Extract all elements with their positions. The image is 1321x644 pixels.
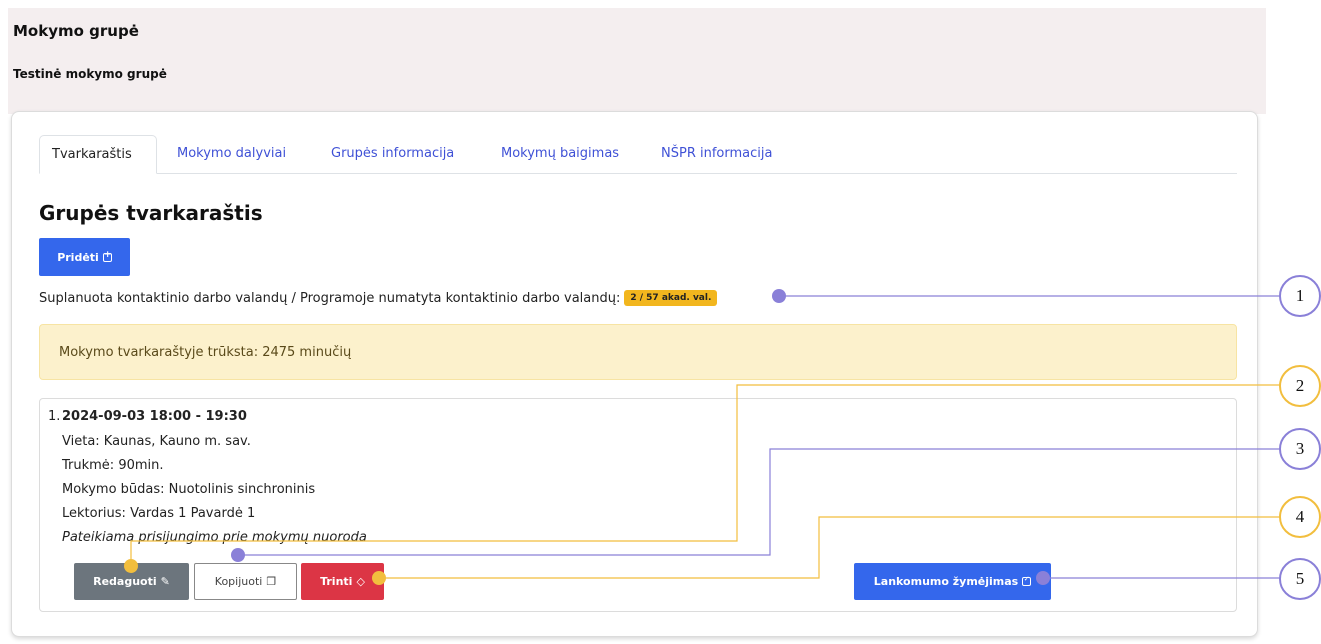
callout-dot-3 bbox=[231, 548, 245, 562]
callout-dot-2 bbox=[124, 559, 138, 573]
callout-line-3 bbox=[238, 448, 1280, 556]
callout-marker-4: 4 bbox=[1279, 496, 1321, 538]
callout-lines bbox=[124, 289, 1280, 585]
callout-marker-1: 1 bbox=[1279, 275, 1321, 317]
callout-marker-5: 5 bbox=[1279, 558, 1321, 600]
callout-dot-5 bbox=[1036, 571, 1050, 585]
callout-line-2 bbox=[130, 384, 1280, 566]
callout-dot-4 bbox=[372, 571, 386, 585]
callout-dot-1 bbox=[772, 289, 786, 303]
callout-marker-3: 3 bbox=[1279, 428, 1321, 470]
callout-line-4 bbox=[379, 516, 1280, 579]
callout-marker-2: 2 bbox=[1279, 365, 1321, 407]
